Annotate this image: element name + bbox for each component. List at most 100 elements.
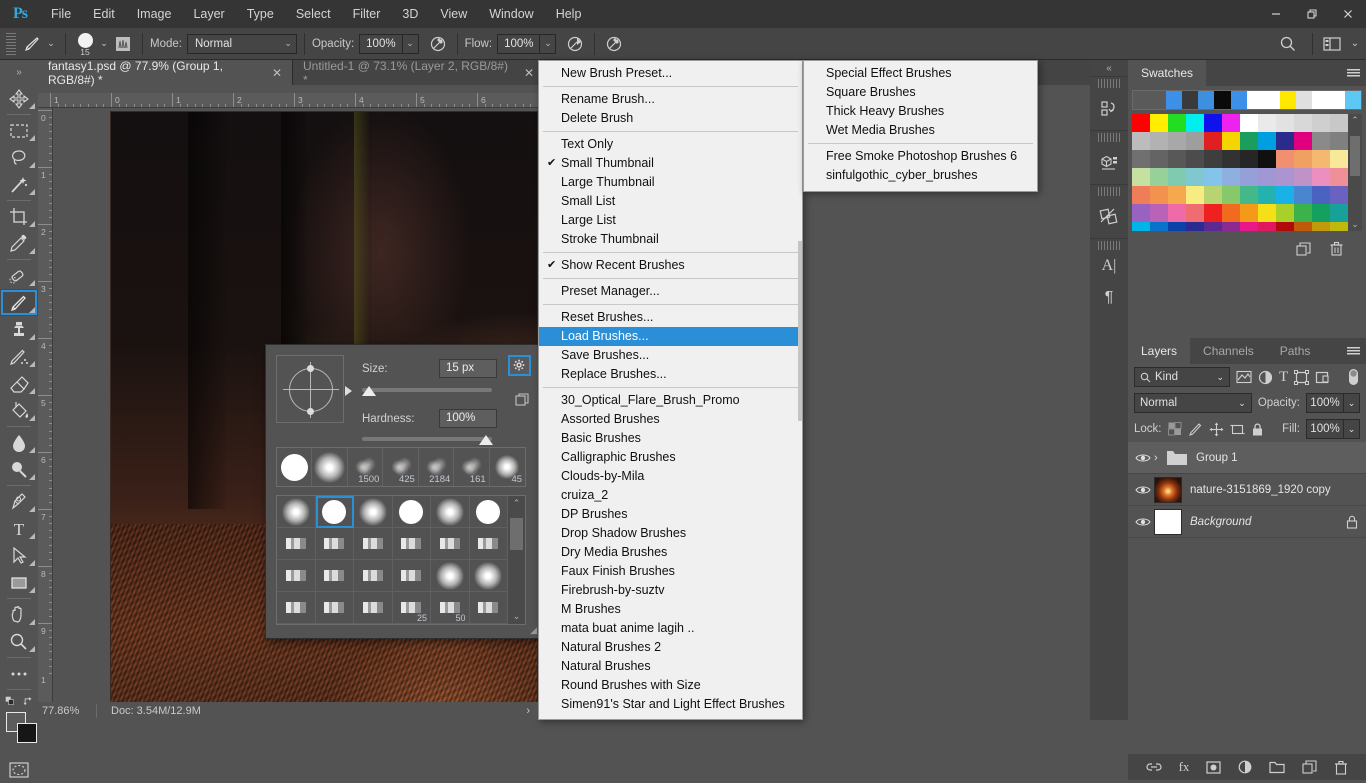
smoothing-pressure-icon[interactable] — [602, 33, 626, 55]
menu-type[interactable]: Type — [236, 0, 285, 28]
color-swatch[interactable] — [1312, 186, 1330, 204]
lasso-tool[interactable] — [0, 144, 38, 171]
layer-style-icon[interactable]: fx — [1179, 759, 1190, 775]
menu-item[interactable]: Wet Media Brushes — [804, 121, 1037, 140]
color-swatch[interactable] — [1204, 114, 1222, 132]
tab-layers[interactable]: Layers — [1128, 338, 1191, 364]
menu-item[interactable]: cruiza_2 — [539, 486, 802, 505]
color-swatch[interactable] — [1132, 222, 1150, 231]
rail-grip[interactable] — [1098, 79, 1120, 88]
scroll-down-icon[interactable]: ⌄ — [1348, 219, 1362, 230]
swatches-scroll-thumb[interactable] — [1350, 136, 1360, 176]
hardness-slider-knob[interactable] — [479, 435, 493, 445]
brush-preset-preview[interactable]: 15 — [73, 32, 97, 56]
color-swatch[interactable] — [1168, 168, 1186, 186]
path-selection-tool[interactable] — [0, 542, 38, 569]
tip-handle-top[interactable] — [307, 365, 314, 372]
menu-item[interactable]: Text Only — [539, 135, 802, 154]
color-swatch[interactable] — [1276, 204, 1294, 222]
color-swatch[interactable] — [1276, 222, 1294, 231]
color-swatch[interactable] — [1312, 132, 1330, 150]
shape-filter-icon[interactable] — [1294, 369, 1310, 385]
menu-item[interactable]: Stroke Thumbnail — [539, 230, 802, 249]
background-color-swatch[interactable] — [17, 723, 37, 743]
menu-item[interactable]: New Brush Preset... — [539, 64, 802, 83]
color-swatch[interactable] — [1222, 132, 1240, 150]
menu-item[interactable]: Round Brushes with Size — [539, 676, 802, 695]
layer-row[interactable]: › Group 1 — [1128, 442, 1366, 474]
color-swatch[interactable] — [1168, 132, 1186, 150]
recent-brush-cell[interactable]: 2184 — [419, 448, 455, 486]
history-brush-tool[interactable] — [0, 343, 38, 370]
color-swatch[interactable] — [1150, 204, 1168, 222]
airbrush-icon[interactable] — [563, 33, 587, 55]
new-group-icon[interactable] — [1269, 761, 1286, 774]
paint-bucket-tool[interactable] — [0, 397, 38, 424]
magic-wand-tool[interactable] — [0, 171, 38, 198]
menu-item[interactable]: Basic Brushes — [539, 429, 802, 448]
layer-filter-kind-select[interactable]: Kind ⌄ — [1134, 367, 1230, 387]
color-swatch[interactable] — [1312, 168, 1330, 186]
menu-item[interactable]: Calligraphic Brushes — [539, 448, 802, 467]
opacity-pressure-icon[interactable] — [426, 33, 450, 55]
recent-brush-cell[interactable] — [312, 448, 348, 486]
layer-row[interactable]: Background — [1128, 506, 1366, 538]
swatches-scrollbar[interactable]: ⌃ ⌄ — [1348, 114, 1362, 231]
brush-grid-scrollbar[interactable]: ⌃ ⌄ — [508, 496, 525, 624]
color-swatch[interactable] — [1258, 114, 1276, 132]
menu-item[interactable]: Reset Brushes... — [539, 308, 802, 327]
menu-window[interactable]: Window — [478, 0, 544, 28]
color-swatch[interactable] — [1222, 168, 1240, 186]
brush-cell[interactable] — [277, 592, 316, 624]
color-swatch[interactable] — [1132, 150, 1150, 168]
color-swatch[interactable] — [1276, 186, 1294, 204]
panel-menu-icon[interactable] — [1340, 60, 1366, 86]
recent-brush-cell[interactable] — [277, 448, 313, 486]
color-swatch[interactable] — [1132, 186, 1150, 204]
type-tool[interactable]: T — [0, 515, 38, 542]
brush-cell[interactable] — [392, 560, 431, 592]
layer-visibility-icon[interactable] — [1132, 516, 1154, 528]
workspace-icon[interactable] — [1320, 33, 1344, 55]
recent-swatch[interactable] — [1198, 91, 1215, 109]
character-icon[interactable]: A| — [1090, 250, 1128, 282]
brush-cell[interactable] — [354, 560, 393, 592]
color-swatch[interactable] — [1186, 168, 1204, 186]
fill-input[interactable]: 100% — [1306, 419, 1344, 439]
menu-item[interactable]: Delete Brush — [539, 109, 802, 128]
scroll-up-icon[interactable]: ⌃ — [1348, 114, 1362, 126]
menu-item[interactable]: ✔ Show Recent Brushes — [539, 256, 802, 275]
color-swatch[interactable] — [1258, 168, 1276, 186]
recent-brush-cell[interactable]: 1500 — [348, 448, 384, 486]
blend-mode-select[interactable]: Normal ⌄ — [1134, 393, 1252, 413]
brush-panel-toggle-icon[interactable] — [111, 33, 135, 55]
recent-swatch[interactable] — [1328, 91, 1345, 109]
rail-grip[interactable] — [1098, 241, 1120, 250]
color-swatch[interactable] — [1132, 204, 1150, 222]
crop-tool[interactable] — [0, 203, 38, 230]
eraser-tool[interactable] — [0, 370, 38, 397]
color-swatch[interactable] — [1258, 222, 1276, 231]
color-swatch[interactable] — [1294, 186, 1312, 204]
recent-swatch[interactable] — [1263, 91, 1280, 109]
layer-mask-icon[interactable] — [1206, 760, 1222, 774]
zoom-level[interactable]: 77.86% — [38, 705, 96, 717]
panel-menu-icon[interactable] — [1340, 338, 1366, 364]
recent-swatch[interactable] — [1230, 91, 1247, 109]
quick-mask-icon[interactable] — [0, 756, 38, 783]
adjustment-layer-icon[interactable] — [1238, 760, 1252, 774]
color-swatch[interactable] — [1204, 204, 1222, 222]
lock-artboard-icon[interactable] — [1230, 422, 1245, 437]
new-swatch-icon[interactable] — [1296, 241, 1311, 257]
brush-cell[interactable] — [354, 528, 393, 560]
menu-item[interactable]: mata buat anime lagih .. — [539, 619, 802, 638]
recent-swatch[interactable] — [1246, 91, 1264, 109]
color-swatch[interactable] — [1186, 222, 1204, 231]
brush-cell[interactable] — [315, 496, 354, 528]
brush-cell[interactable] — [315, 528, 354, 560]
layer-row[interactable]: nature-3151869_1920 copy — [1128, 474, 1366, 506]
scroll-down-icon[interactable]: ⌄ — [513, 609, 521, 624]
recent-swatch[interactable] — [1312, 91, 1329, 109]
menu-item[interactable]: Natural Brushes — [539, 657, 802, 676]
color-swatch[interactable] — [1222, 114, 1240, 132]
